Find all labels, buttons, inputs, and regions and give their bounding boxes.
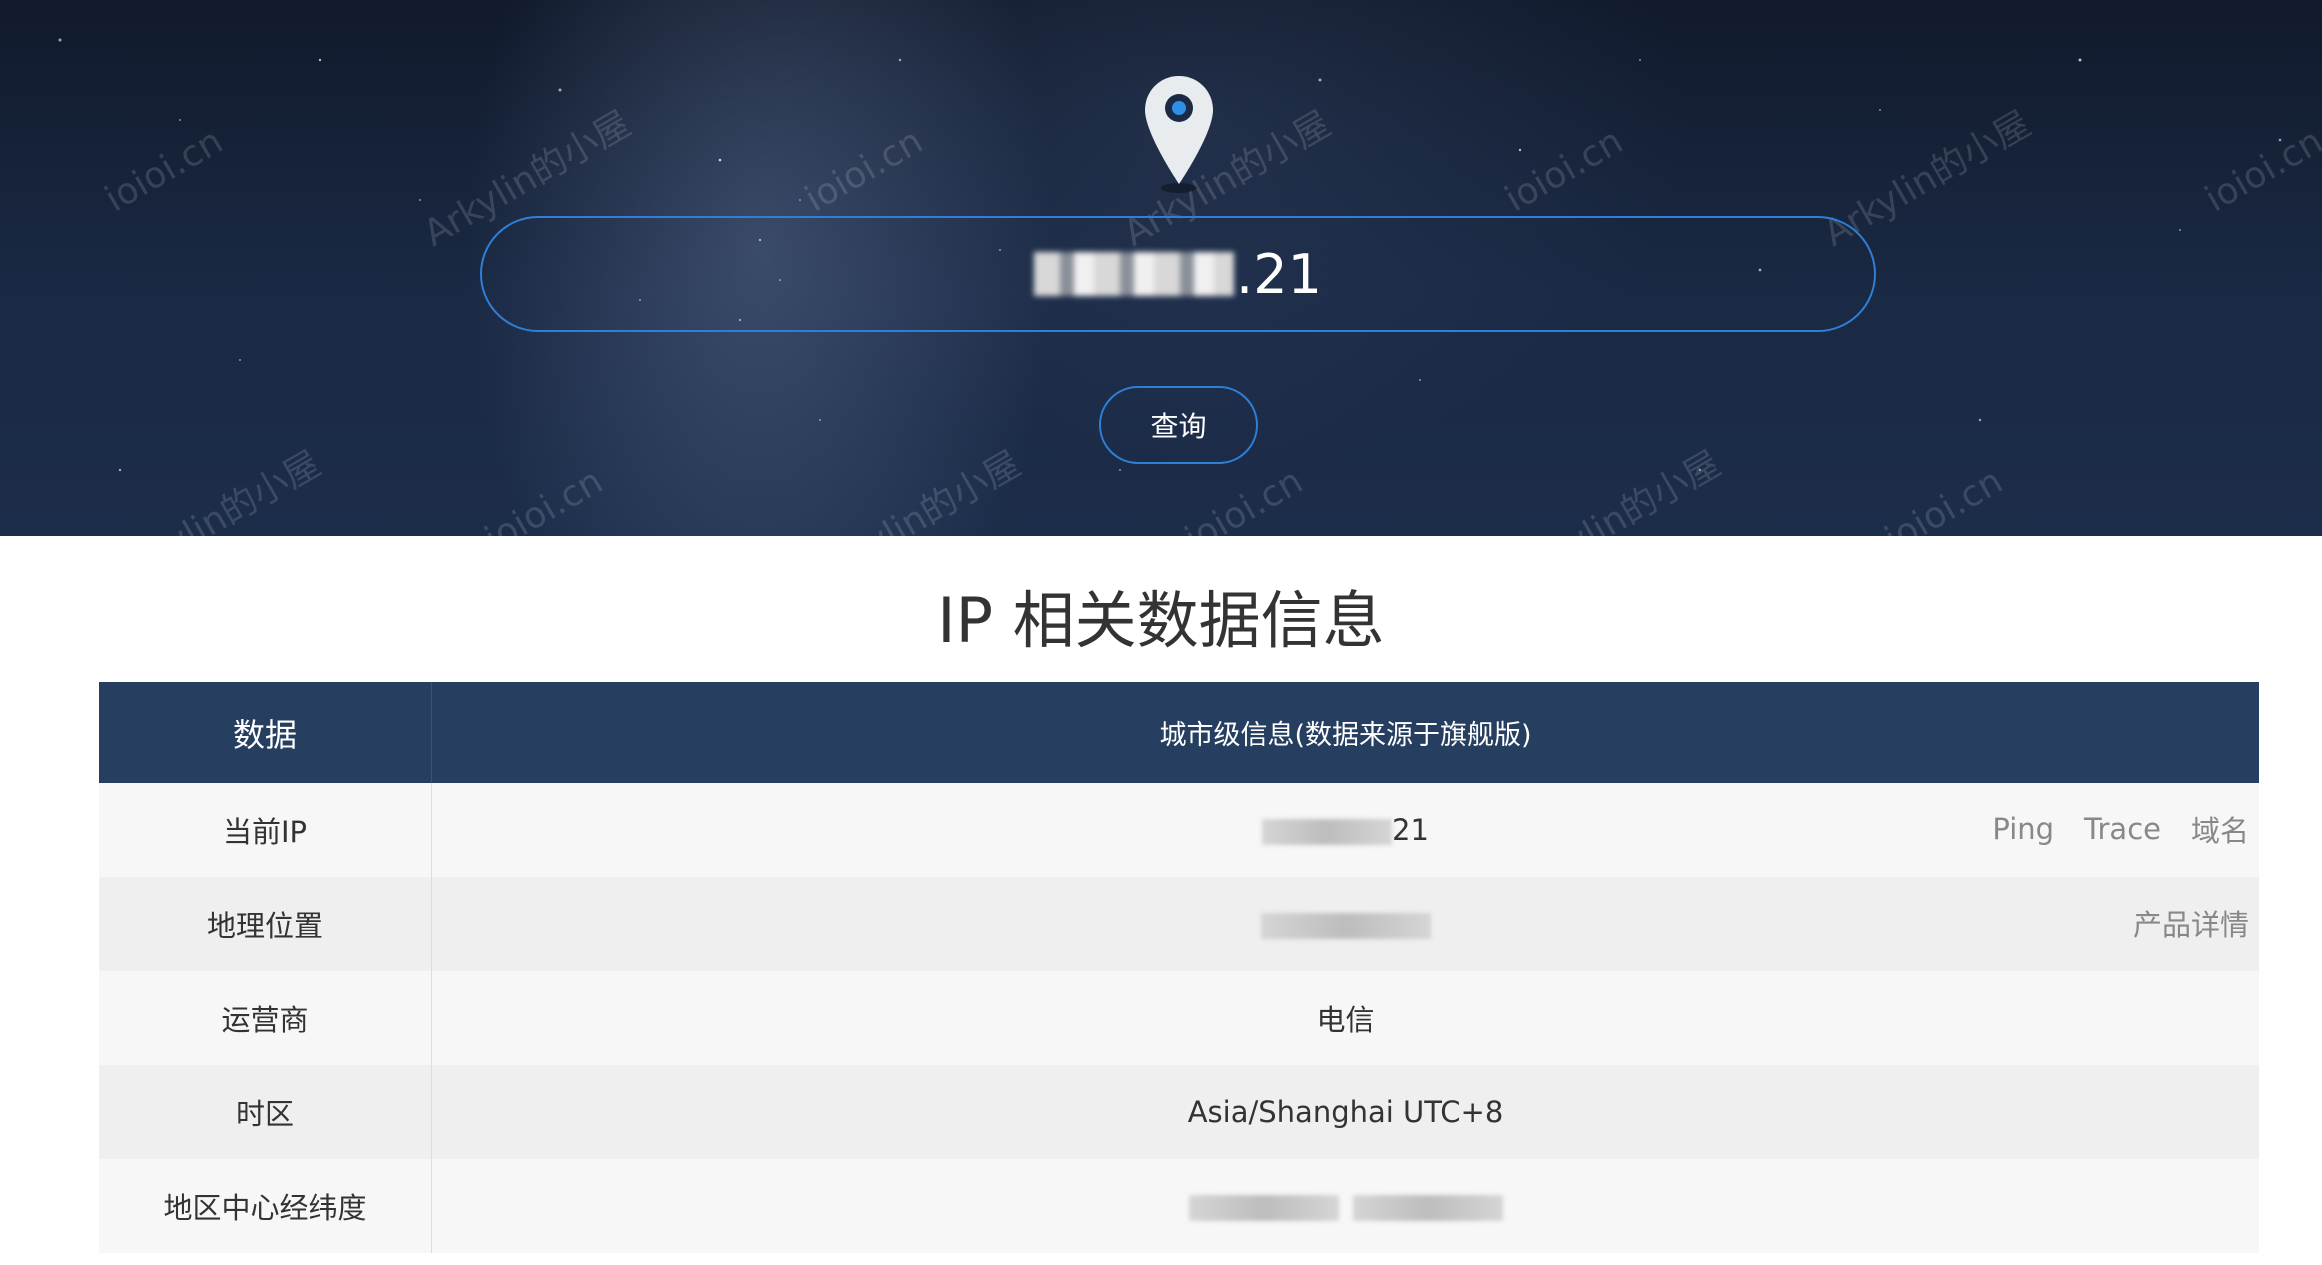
row-value: Asia/Shanghai UTC+8 — [431, 1065, 2259, 1159]
hero-banner: ioioi.cn Arkylin的小屋 ioioi.cn Arkylin的小屋 … — [0, 0, 2322, 536]
row-actions: 产品详情 — [2133, 877, 2249, 969]
table-row: 运营商 电信 — [99, 971, 2259, 1065]
longitude-value-redacted — [1352, 1195, 1503, 1221]
ip-info-table: 数据 城市级信息(数据来源于旗舰版) 当前IP 21 Ping Trace 域名… — [99, 682, 2259, 1253]
ping-link[interactable]: Ping — [1992, 812, 2054, 846]
row-label: 运营商 — [99, 971, 432, 1065]
location-value-redacted — [1260, 913, 1431, 939]
location-pin-icon — [1145, 76, 1213, 193]
table-row: 地区中心经纬度 — [99, 1159, 2259, 1253]
table-row: 当前IP 21 Ping Trace 域名 — [99, 783, 2259, 877]
table-row: 时区 Asia/Shanghai UTC+8 — [99, 1065, 2259, 1159]
row-value — [431, 1159, 2259, 1253]
current-ip-value: 21 — [1392, 813, 1429, 847]
row-actions: Ping Trace 域名 — [1992, 783, 2249, 875]
row-label: 当前IP — [99, 783, 432, 877]
table-header-row: 数据 城市级信息(数据来源于旗舰版) — [99, 682, 2259, 783]
ip-search-input[interactable] — [480, 216, 1876, 332]
row-label: 时区 — [99, 1065, 432, 1159]
row-label: 地理位置 — [99, 877, 432, 971]
row-value: 21 Ping Trace 域名 — [431, 783, 2259, 877]
query-button[interactable]: 查询 — [1099, 386, 1258, 464]
table-row: 地理位置 产品详情 — [99, 877, 2259, 971]
latitude-value-redacted — [1188, 1195, 1339, 1221]
trace-link[interactable]: Trace — [2084, 812, 2161, 846]
domain-link[interactable]: 域名 — [2191, 808, 2249, 850]
row-label: 地区中心经纬度 — [99, 1159, 432, 1253]
table-header: 数据 — [99, 682, 432, 783]
product-details-link[interactable]: 产品详情 — [2133, 902, 2249, 944]
row-value: 电信 — [431, 971, 2259, 1065]
page-title: IP 相关数据信息 — [937, 584, 1385, 657]
table-header: 城市级信息(数据来源于旗舰版) — [431, 682, 2259, 783]
row-value: 产品详情 — [431, 877, 2259, 971]
